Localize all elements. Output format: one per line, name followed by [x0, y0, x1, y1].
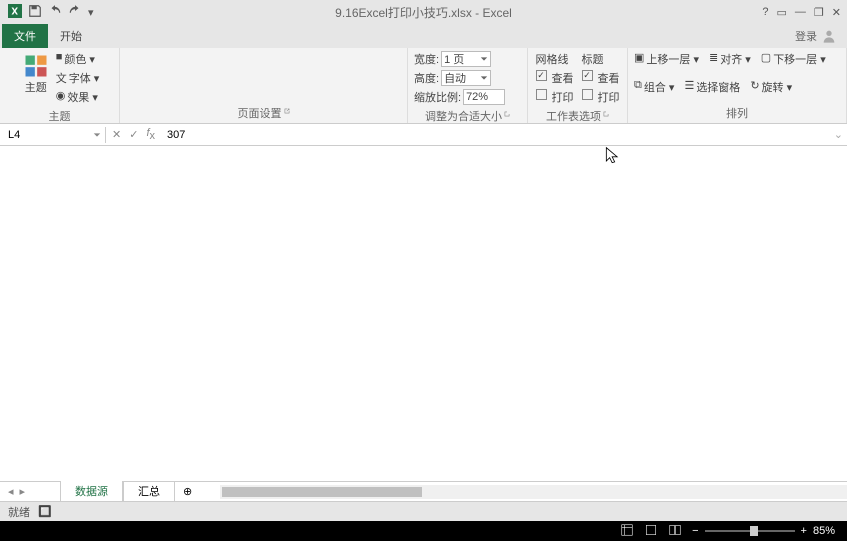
sheet-opts-launcher-icon[interactable]: [603, 108, 609, 114]
sheet-nav-last-icon[interactable]: ▸: [20, 485, 26, 498]
save-icon[interactable]: [28, 4, 42, 21]
headings-print-check[interactable]: 打印: [582, 88, 620, 106]
zoom-in-button[interactable]: +: [801, 525, 807, 537]
sheet-nav-first-icon[interactable]: ◂: [8, 485, 14, 498]
page-break-view-icon[interactable]: [668, 523, 682, 540]
cancel-icon[interactable]: ✕: [112, 128, 121, 141]
redo-icon[interactable]: [68, 4, 82, 21]
spreadsheet-grid[interactable]: [0, 146, 847, 481]
enter-icon[interactable]: ✓: [129, 128, 138, 141]
formula-expand-icon[interactable]: ⌄: [830, 128, 847, 141]
send-backward-button[interactable]: ▢ 下移一层 ▾: [761, 50, 826, 68]
width-combo[interactable]: 1 页: [441, 51, 491, 67]
new-sheet-button[interactable]: ⊕: [175, 483, 200, 500]
fx-icon[interactable]: fx: [146, 127, 155, 142]
selection-pane-button[interactable]: ☰ 选择窗格: [684, 78, 740, 96]
tab-开始[interactable]: 开始: [48, 24, 94, 48]
sheet-tab-datasource[interactable]: 数据源: [60, 481, 123, 503]
qat-dropdown-icon[interactable]: ▾: [88, 6, 94, 19]
help-icon[interactable]: ?: [762, 6, 768, 19]
scale-spinner[interactable]: 72%: [463, 89, 505, 105]
headings-view-check[interactable]: ✓查看: [582, 69, 620, 87]
zoom-slider[interactable]: [705, 530, 795, 532]
ribbon-tabs: 文件 开始 登录: [0, 24, 847, 48]
gridlines-print-check[interactable]: 打印: [536, 88, 574, 106]
formula-bar[interactable]: 307: [161, 129, 830, 141]
login-button[interactable]: 登录: [785, 24, 847, 48]
excel-icon: [8, 4, 22, 21]
sheet-tab-summary[interactable]: 汇总: [123, 481, 175, 502]
mouse-cursor-icon: [603, 146, 623, 166]
group-button[interactable]: ⧉ 组合 ▾: [634, 78, 674, 96]
undo-icon[interactable]: [48, 4, 62, 21]
normal-view-icon[interactable]: [620, 523, 634, 540]
page-layout-view-icon[interactable]: [644, 523, 658, 540]
tab-file[interactable]: 文件: [2, 24, 48, 48]
minimize-icon[interactable]: —: [795, 6, 806, 19]
zoom-level[interactable]: 85%: [813, 525, 835, 537]
fonts-button[interactable]: 文字体 ▾: [56, 69, 100, 87]
window-title: 9.16Excel打印小技巧.xlsx - Excel: [335, 4, 512, 21]
status-cell-mode: 🔲: [38, 505, 52, 518]
page-setup-launcher-icon[interactable]: [284, 105, 290, 111]
scale-launcher-icon[interactable]: [504, 108, 510, 114]
colors-button[interactable]: ■颜色 ▾: [56, 50, 100, 68]
bring-forward-button[interactable]: ▣ 上移一层 ▾: [634, 50, 699, 68]
zoom-out-button[interactable]: −: [692, 525, 698, 537]
gridlines-view-check[interactable]: ✓查看: [536, 69, 574, 87]
status-text: 就绪: [8, 504, 30, 520]
name-box[interactable]: L4: [0, 127, 106, 143]
align-button[interactable]: ≣ 对齐 ▾: [709, 50, 751, 68]
themes-button[interactable]: 主题: [20, 50, 52, 97]
restore-icon[interactable]: ❐: [814, 6, 824, 19]
horizontal-scrollbar[interactable]: [220, 485, 847, 499]
ribbon-options-icon[interactable]: ▭: [777, 6, 787, 19]
ribbon: 主题 ■颜色 ▾ 文字体 ▾ ◉效果 ▾ 主题 页面设置 宽度:1 页 高度:自…: [0, 48, 847, 124]
rotate-button[interactable]: ↻ 旋转 ▾: [750, 78, 792, 96]
close-icon[interactable]: ✕: [832, 6, 841, 19]
effects-button[interactable]: ◉效果 ▾: [56, 88, 100, 106]
height-combo[interactable]: 自动: [441, 70, 491, 86]
